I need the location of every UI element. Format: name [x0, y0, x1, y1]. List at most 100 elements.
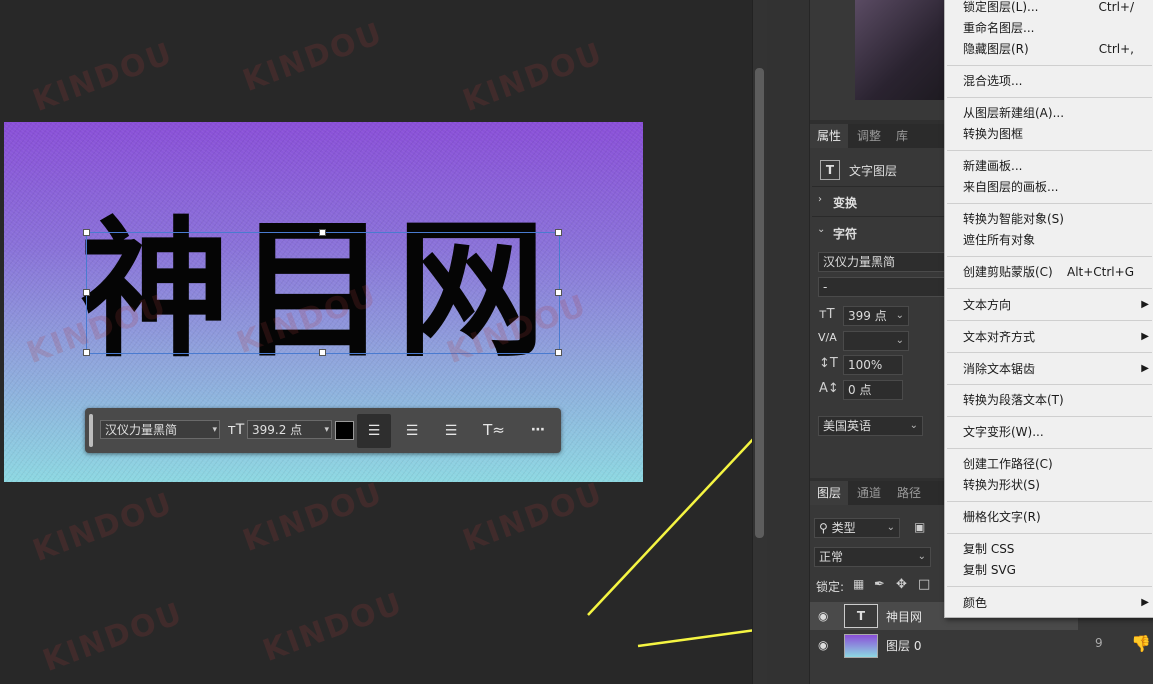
image-filter-icon[interactable]: ▣: [914, 520, 925, 534]
menu-item-text-orientation[interactable]: 文本方向 ▶: [945, 295, 1153, 315]
move-icon[interactable]: ✥: [896, 577, 907, 592]
menu-item-label: 文本方向: [963, 298, 1012, 312]
eye-icon[interactable]: ◉: [818, 609, 828, 623]
blend-mode-value: 正常: [819, 550, 844, 564]
menu-separator: [947, 501, 1152, 502]
canvas-scrollbar[interactable]: [752, 0, 767, 684]
section-character[interactable]: 字符: [833, 225, 857, 242]
color-field[interactable]: [855, 0, 947, 100]
chevron-down-icon: ⌄: [886, 522, 895, 533]
menu-item-create-work-path[interactable]: 创建工作路径(C): [945, 454, 1153, 474]
menu-separator: [947, 288, 1152, 289]
menu-separator: [947, 416, 1152, 417]
tab-libraries[interactable]: 库: [889, 124, 915, 148]
submenu-arrow-icon: ▶: [1141, 597, 1149, 608]
language-value: 美国英语: [823, 419, 872, 433]
menu-item-label: 从图层新建组(A)...: [963, 106, 1065, 120]
menu-separator: [947, 97, 1152, 98]
menu-separator: [947, 65, 1152, 66]
menu-item-lock-layers[interactable]: 锁定图层(L)... Ctrl+/: [945, 0, 1153, 17]
artboard-icon[interactable]: □: [918, 577, 930, 592]
menu-item-rasterize-type[interactable]: 栅格化文字(R): [945, 507, 1153, 527]
menu-item-label: 文字变形(W)...: [963, 425, 1044, 439]
chevron-down-icon[interactable]: ⌄: [817, 224, 825, 235]
eye-icon[interactable]: ◉: [818, 638, 828, 652]
menu-item-hide-layers[interactable]: 隐藏图层(R) Ctrl+,: [945, 39, 1153, 59]
menu-separator: [947, 533, 1152, 534]
menu-item-label: 文本对齐方式: [963, 330, 1036, 344]
font-family-field[interactable]: 汉仪力量黑简: [818, 252, 945, 272]
menu-item-text-alignment[interactable]: 文本对齐方式 ▶: [945, 327, 1153, 347]
menu-item-convert-to-frame[interactable]: 转换为图框: [945, 124, 1153, 144]
menu-item-label: 重命名图层...: [963, 21, 1035, 35]
menu-item-label: 锁定图层(L)...: [963, 0, 1039, 14]
vertical-scale-field[interactable]: 100%: [843, 355, 903, 375]
baseline-shift-field[interactable]: 0 点: [843, 380, 903, 400]
menu-item-anti-aliasing[interactable]: 消除文本锯齿 ▶: [945, 359, 1153, 379]
font-size-field[interactable]: 399 点 ⌄: [843, 306, 909, 326]
menu-item-mask-all-objects[interactable]: 遮住所有对象: [945, 230, 1153, 250]
menu-item-rename-layer[interactable]: 重命名图层...: [945, 18, 1153, 38]
menu-item-label: 遮住所有对象: [963, 233, 1036, 247]
menu-item-artboard-from-layers[interactable]: 来自图层的画板...: [945, 177, 1153, 197]
font-style-value: -: [823, 280, 828, 294]
baseline-shift-icon: A↕: [819, 381, 839, 396]
chevron-right-icon[interactable]: ›: [818, 194, 822, 205]
layer-kind-label: 文字图层: [849, 164, 898, 178]
menu-shortcut: Alt+Ctrl+G: [1066, 265, 1134, 279]
font-size-value: 399 点: [848, 309, 887, 323]
menu-shortcut: Ctrl+/: [1098, 0, 1134, 14]
chevron-down-icon: ⌄: [917, 551, 926, 562]
partial-value: 9: [1095, 636, 1103, 650]
menu-item-copy-css[interactable]: 复制 CSS: [945, 539, 1153, 559]
search-icon: ⚲: [819, 521, 832, 535]
lock-transparency-icon[interactable]: ▦: [853, 577, 864, 591]
menu-item-label: 创建剪贴蒙版(C): [963, 265, 1053, 279]
scrollbar-thumb[interactable]: [755, 68, 764, 538]
section-transform[interactable]: 变换: [833, 194, 857, 211]
menu-separator: [947, 384, 1152, 385]
tab-adjustments[interactable]: 调整: [850, 124, 888, 148]
menu-item-warp-text[interactable]: 文字变形(W)...: [945, 422, 1153, 442]
menu-item-label: 转换为段落文本(T): [963, 393, 1064, 407]
brush-icon[interactable]: ✒: [874, 577, 885, 592]
layer-filter-select[interactable]: ⚲ 类型 ⌄: [814, 518, 900, 538]
layer-row-image[interactable]: ◉ 图层 0: [810, 631, 1078, 659]
layer-context-menu: 锁定图层(L)... Ctrl+/ 重命名图层... 隐藏图层(R) Ctrl+…: [944, 0, 1153, 618]
blend-mode-select[interactable]: 正常 ⌄: [814, 547, 931, 567]
thumbs-down-icon[interactable]: 👎: [1131, 634, 1151, 653]
submenu-arrow-icon: ▶: [1141, 331, 1149, 342]
menu-item-label: 转换为形状(S): [963, 478, 1040, 492]
menu-item-label: 隐藏图层(R): [963, 42, 1029, 56]
layer-name: 图层 0: [886, 639, 922, 653]
menu-item-color[interactable]: 颜色 ▶: [945, 593, 1153, 613]
menu-item-convert-to-shape[interactable]: 转换为形状(S): [945, 475, 1153, 495]
font-style-field[interactable]: -: [818, 277, 945, 297]
chevron-down-icon: ⌄: [895, 335, 904, 346]
menu-separator: [947, 586, 1152, 587]
menu-item-blending-options[interactable]: 混合选项...: [945, 71, 1153, 91]
menu-item-label: 消除文本锯齿: [963, 362, 1036, 376]
chevron-down-icon: ⌄: [909, 420, 918, 431]
tab-channels[interactable]: 通道: [850, 481, 888, 505]
lock-label: 锁定:: [816, 580, 845, 594]
menu-item-group-from-layers[interactable]: 从图层新建组(A)...: [945, 103, 1153, 123]
menu-item-new-artboard[interactable]: 新建画板...: [945, 156, 1153, 176]
text-layer-icon: T: [820, 160, 840, 180]
menu-item-label: 复制 CSS: [963, 542, 1015, 556]
menu-item-copy-svg[interactable]: 复制 SVG: [945, 560, 1153, 580]
tab-paths[interactable]: 路径: [890, 481, 928, 505]
menu-separator: [947, 203, 1152, 204]
language-select[interactable]: 美国英语 ⌄: [818, 416, 923, 436]
tab-layers[interactable]: 图层: [810, 481, 849, 505]
collapsed-panel-strip: [767, 0, 810, 684]
menu-item-convert-to-paragraph-text[interactable]: 转换为段落文本(T): [945, 390, 1153, 410]
font-size-icon: ᴛT: [819, 307, 835, 322]
menu-item-create-clipping-mask[interactable]: 创建剪贴蒙版(C) Alt+Ctrl+G: [945, 262, 1153, 282]
divider: [812, 216, 953, 217]
menu-item-label: 转换为图框: [963, 127, 1024, 141]
chevron-down-icon: ⌄: [895, 310, 904, 321]
menu-item-convert-to-smart-object[interactable]: 转换为智能对象(S): [945, 209, 1153, 229]
kerning-field[interactable]: ⌄: [843, 331, 909, 351]
tab-properties[interactable]: 属性: [810, 124, 849, 148]
